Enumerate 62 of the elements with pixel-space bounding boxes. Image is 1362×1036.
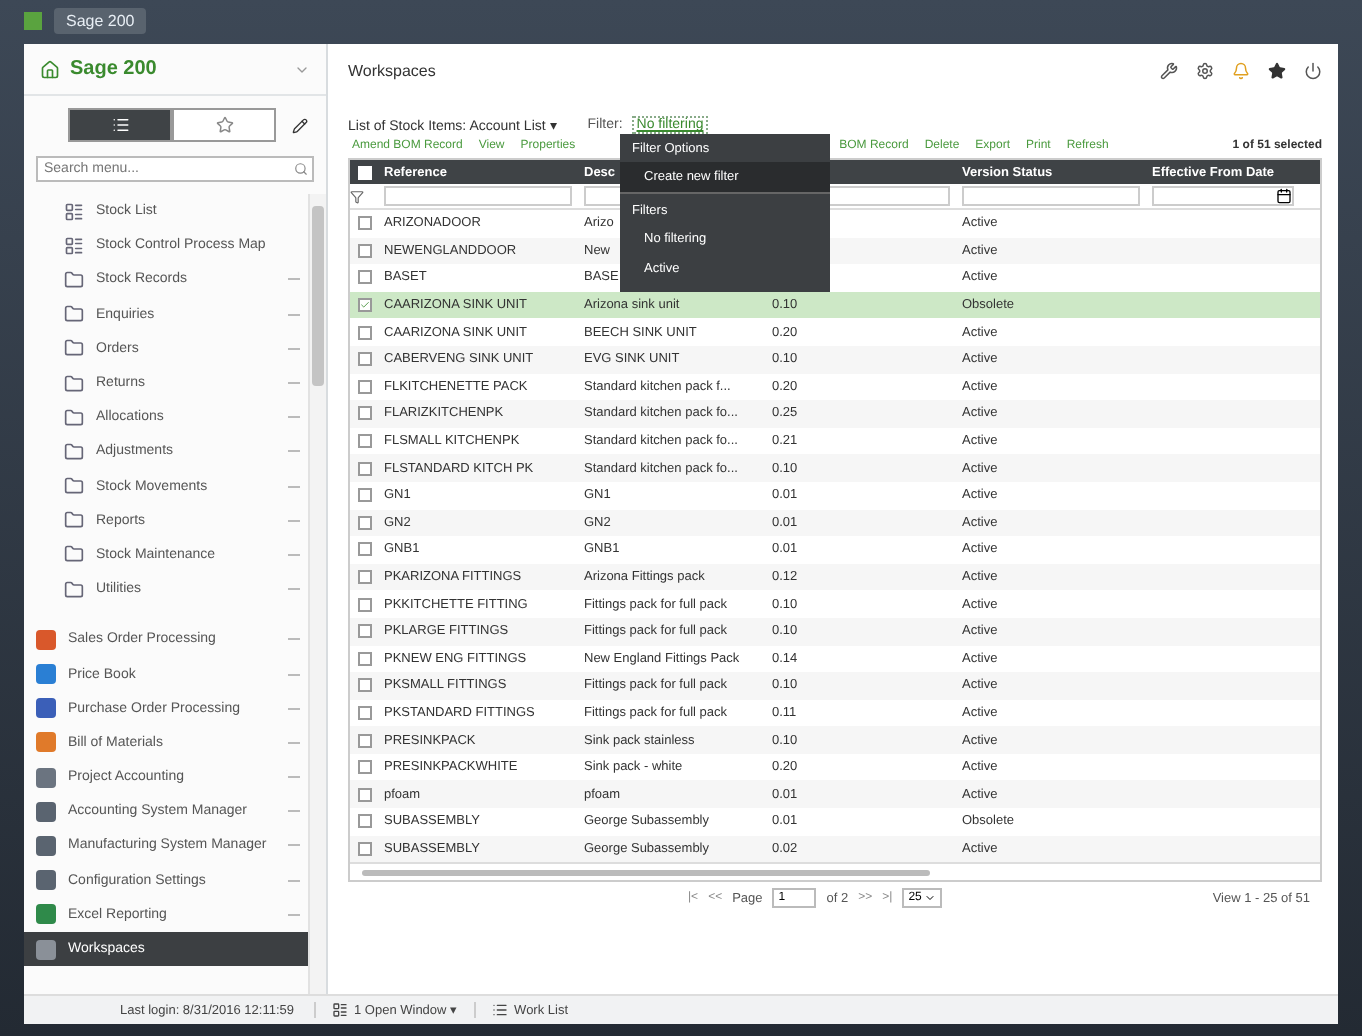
list-icon (111, 116, 129, 134)
select-all-checkbox[interactable] (358, 165, 372, 179)
row-checkbox[interactable] (358, 406, 372, 421)
list-icon (64, 201, 84, 222)
power-icon[interactable] (1304, 61, 1322, 79)
row-checkbox[interactable] (358, 243, 372, 258)
row-checkbox[interactable] (358, 760, 372, 775)
row-checkbox[interactable] (358, 352, 372, 367)
app-icon (24, 11, 42, 29)
bell-icon[interactable] (1232, 61, 1250, 79)
calendar-icon[interactable] (1276, 188, 1292, 204)
folder-icon (64, 476, 84, 497)
row-checkbox[interactable] (358, 597, 372, 612)
row-checkbox[interactable] (358, 216, 372, 231)
window-title: Sage 200 (54, 7, 147, 33)
app-title: Sage 200 (70, 58, 159, 80)
list-icon (492, 1002, 509, 1018)
page-title: Workspaces (348, 61, 438, 79)
favourites-view-button[interactable] (172, 108, 276, 142)
row-checkbox[interactable] (358, 298, 372, 313)
list-view-button[interactable] (68, 108, 172, 142)
row-checkbox[interactable] (358, 814, 372, 829)
row-checkbox[interactable] (358, 325, 372, 340)
windows-icon (331, 1002, 348, 1018)
row-checkbox[interactable] (358, 488, 372, 503)
caret-icon (923, 892, 936, 905)
pencil-icon[interactable] (292, 117, 308, 133)
row-checkbox[interactable] (358, 678, 372, 693)
row-checkbox[interactable] (358, 461, 372, 476)
row-checkbox[interactable] (358, 733, 372, 748)
row-checkbox[interactable] (358, 570, 372, 585)
row-checkbox[interactable] (358, 651, 372, 666)
filter-field[interactable] (384, 186, 572, 206)
row-checkbox[interactable] (358, 515, 372, 530)
folder-icon (64, 544, 84, 565)
star-icon (215, 116, 233, 134)
row-checkbox[interactable] (358, 624, 372, 639)
folder-icon (64, 441, 84, 462)
row-checkbox[interactable] (358, 542, 372, 557)
folder-icon (64, 373, 84, 394)
row-checkbox[interactable] (358, 379, 372, 394)
filter-field[interactable] (962, 186, 1140, 206)
folder-icon (64, 407, 84, 428)
row-checkbox[interactable] (358, 841, 372, 856)
home-icon[interactable] (40, 59, 60, 79)
row-checkbox[interactable] (358, 434, 372, 449)
filter-field[interactable] (1152, 186, 1294, 206)
list-icon (64, 235, 84, 256)
star-icon[interactable] (1268, 61, 1286, 79)
folder-icon (64, 579, 84, 600)
folder-icon (64, 510, 84, 531)
filter-icon (350, 189, 364, 203)
row-checkbox[interactable] (358, 705, 372, 720)
wrench-icon[interactable] (1160, 61, 1178, 79)
search-icon[interactable] (294, 162, 308, 176)
check-icon (360, 298, 370, 313)
row-checkbox[interactable] (358, 787, 372, 802)
settings-icon[interactable] (1196, 61, 1214, 79)
folder-icon (64, 304, 84, 325)
folder-icon (64, 338, 84, 359)
folder-icon (64, 269, 84, 290)
row-checkbox[interactable] (358, 270, 372, 285)
